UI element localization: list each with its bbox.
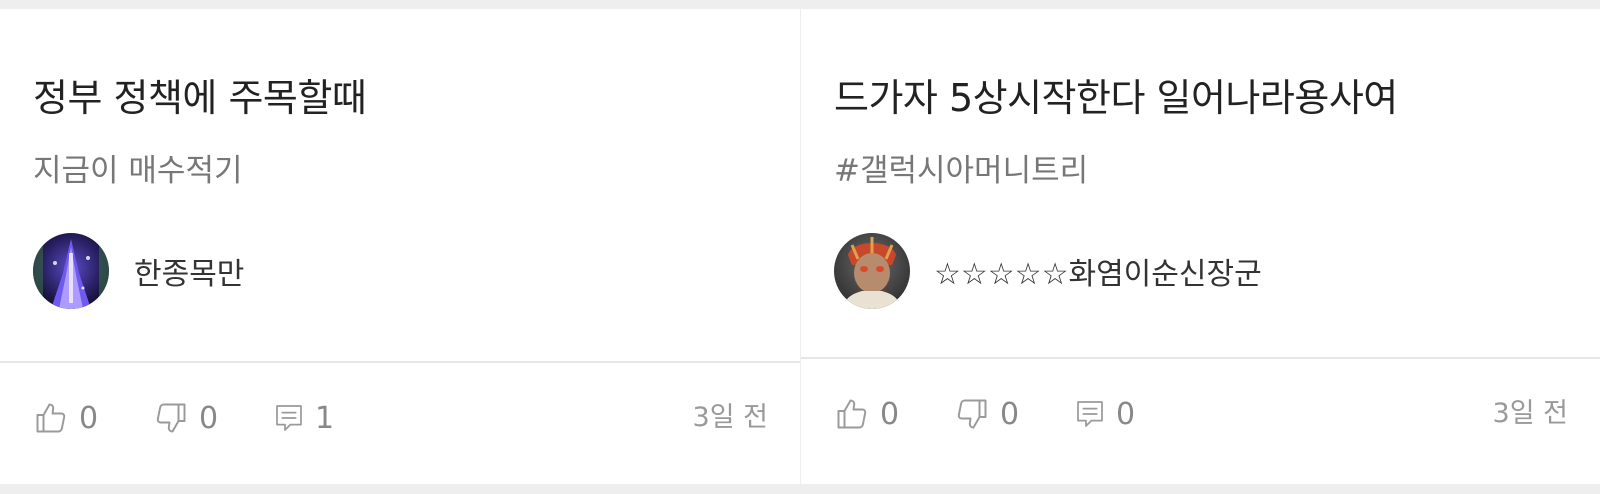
post-subtitle: #갤럭시아머니트리: [834, 153, 1089, 189]
post-card[interactable]: 정부 정책에 주목할때 지금이 매수적기 한종목만 0 0 1 3일 전: [0, 9, 800, 484]
post-title[interactable]: 정부 정책에 주목할때: [33, 67, 367, 122]
dislike-button[interactable]: 0: [954, 359, 1019, 469]
avatar[interactable]: [834, 233, 910, 309]
thumbs-down-icon: [954, 395, 990, 433]
thumbs-down-icon: [153, 399, 189, 437]
like-button[interactable]: 0: [33, 363, 98, 473]
dislike-count: 0: [1000, 396, 1020, 432]
like-count: 0: [79, 400, 99, 436]
author-name[interactable]: 한종목만: [134, 249, 244, 293]
post-title[interactable]: 드가자 5상시작한다 일어나라용사여: [834, 67, 1398, 122]
post-subtitle: 지금이 매수적기: [33, 153, 243, 189]
thumbs-up-icon: [834, 395, 870, 433]
dislike-count: 0: [199, 400, 219, 436]
dislike-button[interactable]: 0: [153, 363, 218, 473]
post-footer: 0 0 1 3일 전: [0, 363, 800, 473]
post-author[interactable]: 한종목만: [33, 233, 244, 309]
comment-count: 1: [315, 400, 335, 436]
comment-button[interactable]: 0: [1074, 359, 1135, 469]
comment-count: 0: [1116, 396, 1136, 432]
post-card[interactable]: 드가자 5상시작한다 일어나라용사여 #갤럭시아머니트리 ☆☆☆☆☆화염이순신장…: [801, 9, 1600, 484]
comment-icon: [1074, 397, 1106, 431]
author-name[interactable]: ☆☆☆☆☆화염이순신장군: [934, 249, 1262, 293]
thumbs-up-icon: [33, 399, 69, 437]
avatar[interactable]: [33, 233, 109, 309]
comment-icon: [273, 401, 305, 435]
post-author[interactable]: ☆☆☆☆☆화염이순신장군: [834, 233, 1262, 309]
comment-button[interactable]: 1: [273, 363, 334, 473]
like-count: 0: [880, 396, 900, 432]
post-time: 3일 전: [1492, 398, 1568, 429]
post-time: 3일 전: [692, 402, 768, 433]
post-footer: 0 0 0 3일 전: [801, 359, 1600, 469]
like-button[interactable]: 0: [834, 359, 899, 469]
